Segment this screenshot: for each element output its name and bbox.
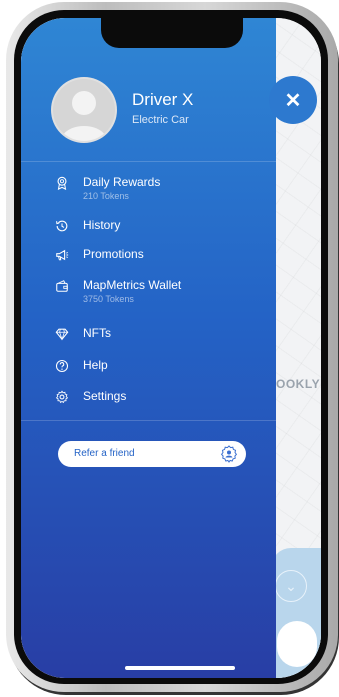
- megaphone-icon: [56, 249, 69, 261]
- menu-item-mapmetrics-wallet[interactable]: MapMetrics Wallet 3750 Tokens: [55, 278, 181, 304]
- close-menu-button[interactable]: ✕: [269, 76, 317, 124]
- menu-item-label: Settings: [83, 389, 127, 403]
- map-area-label: OOKLYN: [276, 377, 321, 391]
- driver-name: Driver X: [132, 90, 194, 109]
- menu-item-history[interactable]: History: [55, 218, 120, 233]
- menu-item-label: MapMetrics Wallet: [83, 278, 182, 292]
- badge-icon: [220, 445, 238, 463]
- divider: [21, 420, 276, 421]
- camera-notch: [101, 18, 243, 48]
- vehicle-type: Electric Car: [132, 114, 189, 126]
- side-drawer: Driver X Electric Car Daily Rewards 210 …: [21, 18, 276, 678]
- menu-item-label: History: [83, 218, 121, 232]
- menu-item-sublabel: 3750 Tokens: [83, 294, 134, 304]
- menu-item-promotions[interactable]: Promotions: [55, 247, 144, 262]
- refer-a-friend-button[interactable]: Refer a friend: [58, 441, 246, 467]
- menu-item-sublabel: 210 Tokens: [83, 191, 129, 201]
- help-icon: [55, 359, 69, 373]
- diamond-icon: [55, 328, 69, 341]
- user-placeholder-icon: [61, 91, 107, 141]
- medal-icon: [57, 176, 67, 190]
- close-icon: ✕: [284, 89, 302, 112]
- history-icon: [56, 220, 68, 232]
- menu-item-help[interactable]: Help: [55, 358, 108, 373]
- divider: [21, 161, 276, 162]
- menu-item-daily-rewards[interactable]: Daily Rewards 210 Tokens: [55, 175, 160, 201]
- wallet-icon: [56, 280, 68, 292]
- refer-label: Refer a friend: [74, 448, 135, 459]
- avatar[interactable]: [51, 77, 117, 143]
- bottom-sheet-button[interactable]: [277, 621, 317, 667]
- menu-item-nfts[interactable]: NFTs: [55, 326, 111, 341]
- menu-item-label: Help: [83, 358, 108, 372]
- gear-icon: [55, 390, 69, 404]
- home-indicator[interactable]: [125, 666, 235, 670]
- menu-item-settings[interactable]: Settings: [55, 389, 126, 404]
- menu-item-label: Promotions: [83, 247, 144, 261]
- menu-item-label: Daily Rewards: [83, 175, 161, 189]
- phone-screen: OOKLYN ⌄ Driver X Electric Car Daily Rew…: [21, 18, 321, 678]
- chevron-down-icon[interactable]: ⌄: [275, 570, 307, 602]
- menu-item-label: NFTs: [83, 326, 111, 340]
